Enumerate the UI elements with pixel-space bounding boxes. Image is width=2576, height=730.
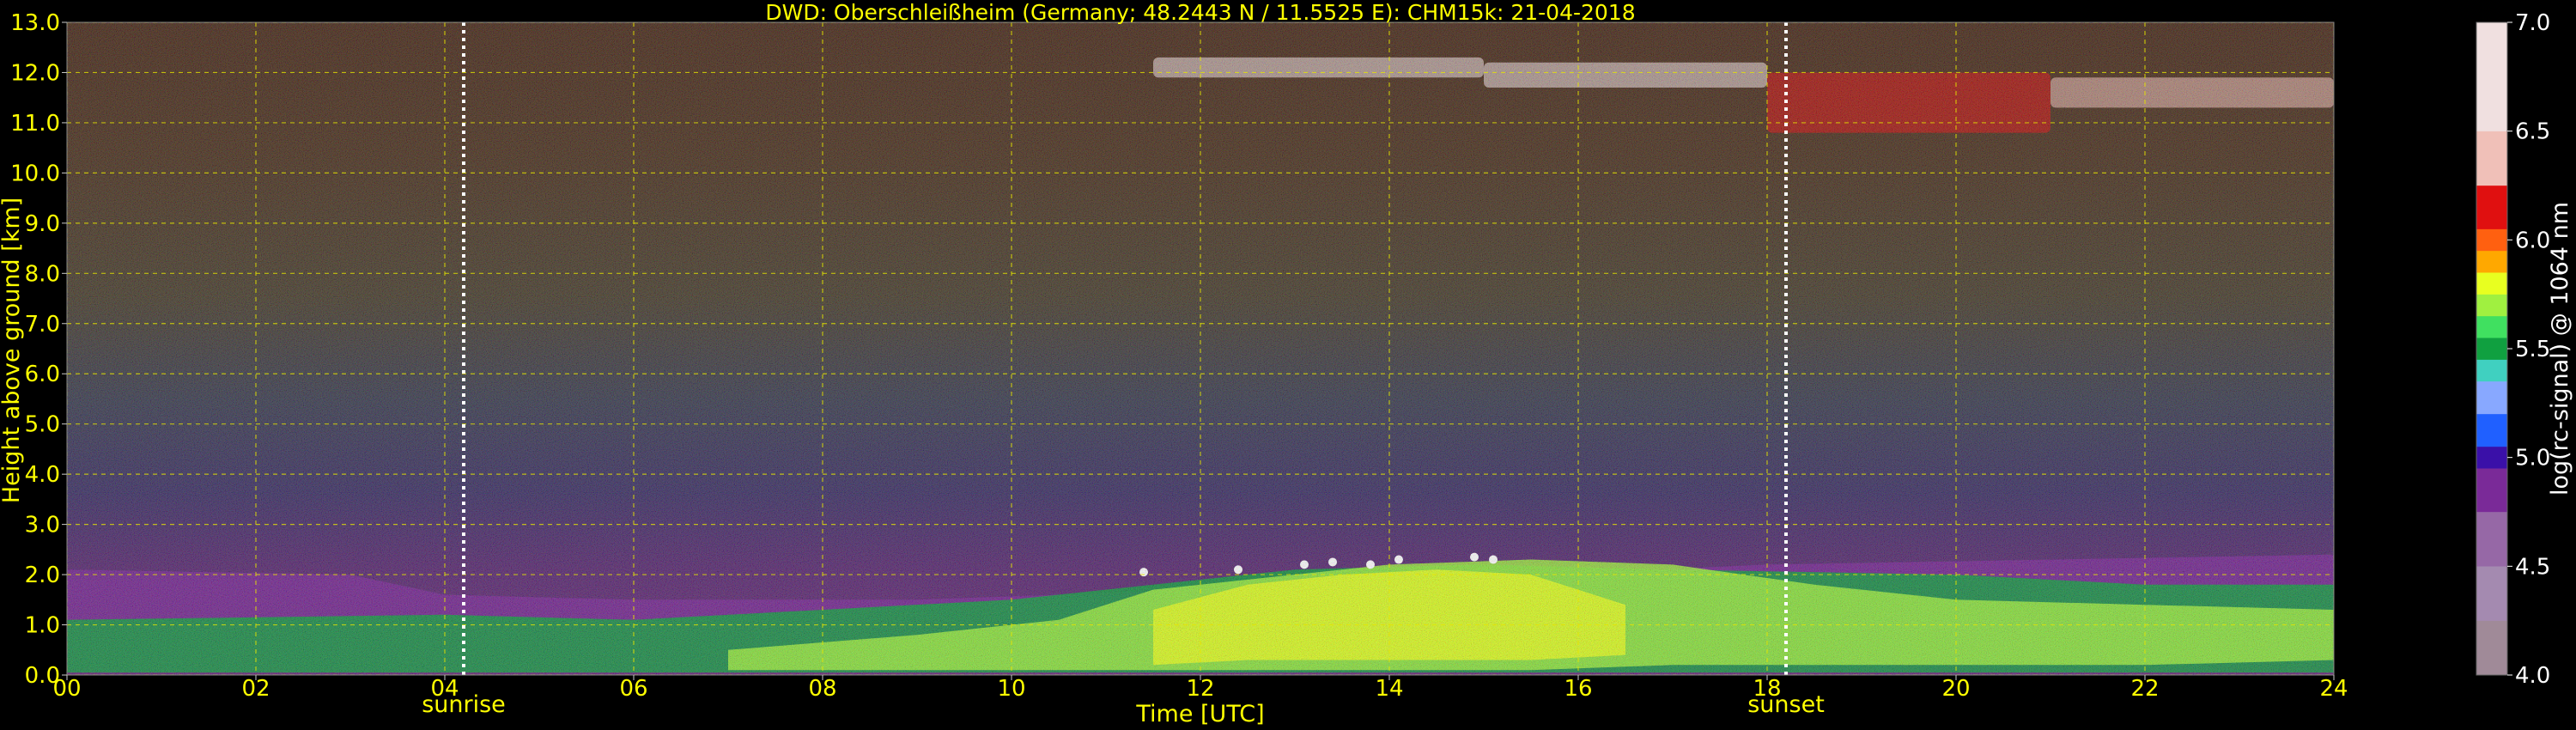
- x-tick-label: 14: [1375, 676, 1403, 702]
- x-tick-label: 10: [997, 676, 1025, 702]
- x-tick-label: 24: [2319, 676, 2348, 702]
- x-tick-label: 06: [619, 676, 647, 702]
- colorbar: 4.0 4.5 5.0 5.5 6.0 6.5 7.0 log(rc-signal) @ 1…: [2476, 10, 2573, 689]
- colorbar-tick-label: 6.5: [2515, 119, 2550, 145]
- sunrise-label: sunrise: [422, 691, 506, 718]
- backscatter-chart: DWD: Oberschleißheim (Germany; 48.2443 N…: [0, 0, 2573, 727]
- y-tick-label: 4.0: [25, 462, 60, 488]
- colorbar-tick-label: 5.0: [2515, 446, 2550, 471]
- y-tick-label: 11.0: [10, 111, 60, 137]
- plot-area: [67, 22, 2334, 675]
- x-tick-label: 02: [241, 676, 270, 702]
- colorbar-tick-label: 7.0: [2515, 10, 2550, 36]
- x-tick-label: 22: [2130, 676, 2159, 702]
- colorbar-tick-label: 5.5: [2515, 337, 2550, 362]
- x-tick-label: 16: [1564, 676, 1592, 702]
- y-tick-label: 9.0: [25, 211, 60, 237]
- colorbar-ramp: [2476, 21, 2508, 676]
- chart-title: DWD: Oberschleißheim (Germany; 48.2443 N…: [765, 0, 1635, 25]
- y-tick-label: 13.0: [10, 10, 60, 36]
- colorbar-label: log(rc-signal) @ 1064 nm: [2547, 202, 2573, 496]
- y-tick-label: 12.0: [10, 60, 60, 86]
- y-tick-label: 7.0: [25, 312, 60, 338]
- y-axis-label: Height above ground [km]: [0, 198, 25, 503]
- colorbar-tick-label: 4.5: [2515, 554, 2550, 580]
- x-tick-label: 12: [1186, 676, 1214, 702]
- y-tick-label: 3.0: [25, 513, 60, 538]
- sunset-label: sunset: [1747, 691, 1825, 718]
- colorbar-tick-label: 4.0: [2515, 663, 2550, 689]
- y-tick-label: 1.0: [25, 613, 60, 639]
- x-tick-label: 20: [1941, 676, 1970, 702]
- x-axis-label: Time [UTC]: [1135, 701, 1264, 727]
- ceilometer-figure: DWD: Oberschleißheim (Germany; 48.2443 N…: [0, 0, 2576, 730]
- y-tick-label: 2.0: [25, 563, 60, 588]
- y-tick-label: 5.0: [25, 412, 60, 438]
- y-tick-label: 6.0: [25, 362, 60, 387]
- y-tick-label: 10.0: [10, 161, 60, 186]
- x-tick-label: 00: [52, 676, 81, 702]
- x-tick-label: 08: [808, 676, 836, 702]
- colorbar-tick-label: 6.0: [2515, 228, 2550, 253]
- y-tick-label: 8.0: [25, 261, 60, 287]
